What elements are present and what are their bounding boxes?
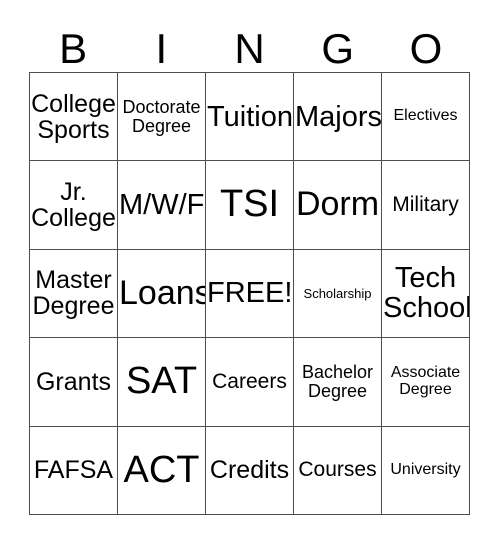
bingo-cell[interactable]: Bachelor Degree	[294, 338, 382, 427]
bingo-cell[interactable]: Courses	[294, 426, 382, 515]
bingo-cell-label: Loans	[119, 273, 206, 312]
bingo-cell-label: Careers	[212, 369, 287, 393]
header-letter-i: I	[155, 25, 168, 72]
bingo-cell[interactable]: Electives	[382, 73, 470, 162]
bingo-cell[interactable]: M/W/F	[118, 161, 206, 250]
bingo-cell[interactable]: Careers	[206, 338, 294, 427]
bingo-cell[interactable]: Credits	[206, 426, 294, 515]
bingo-cell[interactable]: Dorm	[294, 161, 382, 250]
bingo-cell[interactable]: Master Degree	[30, 249, 118, 339]
bingo-cell[interactable]: Tech School	[382, 249, 470, 339]
bingo-cell[interactable]: Jr. College	[30, 161, 118, 250]
bingo-cell-label: Master Degree	[32, 266, 115, 321]
header-letter-n: N	[234, 25, 265, 72]
bingo-grid: College Sports Doctorate Degree Tuition Maj…	[29, 72, 470, 515]
bingo-cell-label: University	[390, 460, 461, 478]
bingo-cell-label: TSI	[219, 183, 280, 226]
bingo-cell-label: Associate Degree	[390, 364, 461, 398]
header-letter-o: O	[409, 25, 443, 72]
bingo-cell-label: Electives	[393, 107, 458, 125]
header-letter-b: B	[59, 25, 88, 72]
bingo-cell[interactable]: Military	[382, 161, 470, 250]
bingo-cell-free[interactable]: FREE!	[206, 249, 294, 339]
header-letter-g: G	[321, 25, 355, 72]
bingo-cell-label: Scholarship	[303, 285, 372, 301]
bingo-cell[interactable]: ACT	[118, 426, 206, 515]
bingo-cell-label: Bachelor Degree	[301, 362, 374, 401]
bingo-cell-label: Credits	[209, 456, 290, 485]
bingo-cell-label: College Sports	[31, 89, 116, 144]
bingo-cell[interactable]: SAT	[118, 338, 206, 427]
bingo-cell[interactable]: Scholarship	[294, 249, 382, 339]
bingo-cell-label: SAT	[125, 360, 198, 403]
bingo-cell-label: Tuition	[207, 100, 293, 133]
bingo-cell[interactable]: Tuition	[206, 73, 294, 162]
bingo-cell-label: Majors	[295, 100, 382, 133]
bingo-cell-label: Jr. College	[31, 178, 116, 233]
bingo-cell-label: Military	[392, 193, 459, 217]
bingo-header: B I N G O	[29, 18, 470, 72]
bingo-cell-label: Grants	[35, 367, 112, 396]
bingo-cell[interactable]: Doctorate Degree	[118, 73, 206, 162]
bingo-cell-label: Tech School	[383, 262, 470, 325]
bingo-cell[interactable]: Majors	[294, 73, 382, 162]
bingo-cell-label: ACT	[123, 448, 200, 491]
bingo-cell[interactable]: Associate Degree	[382, 338, 470, 427]
bingo-card: B I N G O College Sports Doctorate Degree…	[0, 0, 500, 544]
bingo-cell[interactable]: University	[382, 426, 470, 515]
bingo-cell[interactable]: Loans	[118, 249, 206, 339]
bingo-cell[interactable]: FAFSA	[30, 426, 118, 515]
bingo-cell-label: Dorm	[295, 185, 380, 224]
bingo-cell[interactable]: Grants	[30, 338, 118, 427]
bingo-cell-label: Courses	[298, 458, 377, 482]
bingo-cell-label: Doctorate Degree	[122, 96, 201, 136]
bingo-cell[interactable]: TSI	[206, 161, 294, 250]
bingo-cell-label: FREE!	[207, 277, 293, 310]
bingo-cell[interactable]: College Sports	[30, 73, 118, 162]
bingo-cell-label: FAFSA	[33, 456, 114, 485]
bingo-cell-label: M/W/F	[119, 189, 205, 222]
